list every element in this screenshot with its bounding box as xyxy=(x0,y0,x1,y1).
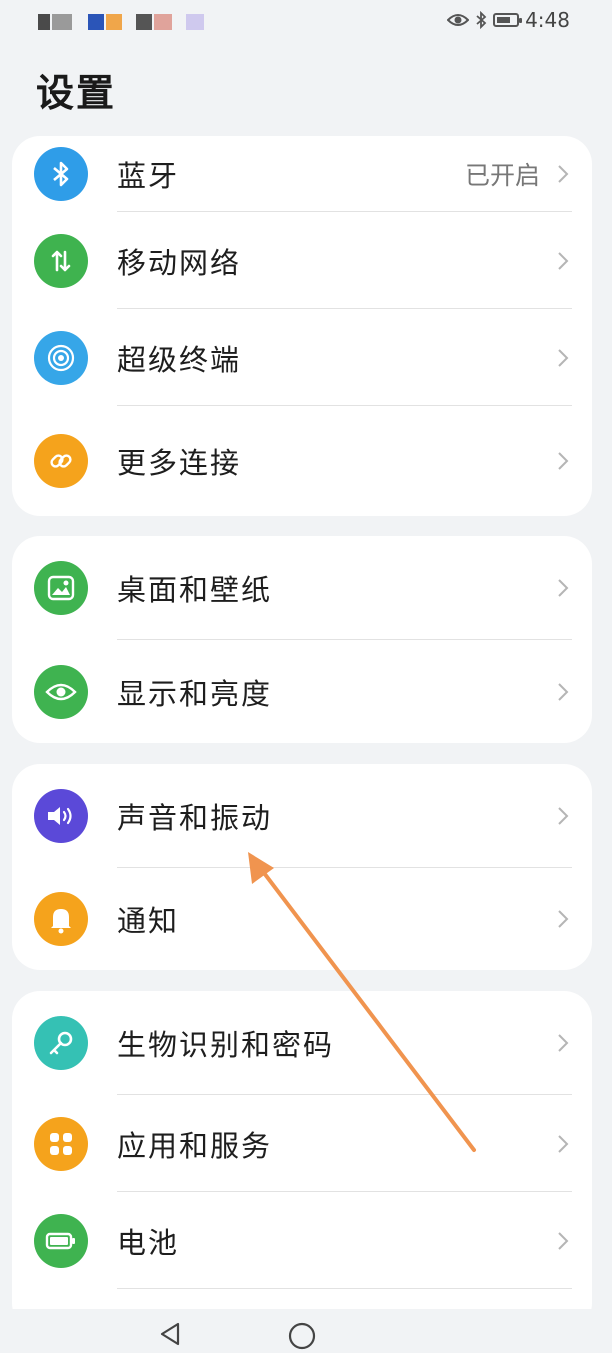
battery-icon xyxy=(34,1213,88,1268)
settings-item-label: 声音和振动 xyxy=(117,801,273,835)
super-device-icon xyxy=(34,330,88,385)
settings-item-label: 移动网络 xyxy=(117,245,242,280)
settings-item-label: 蓝牙 xyxy=(117,159,180,193)
settings-item-super-device[interactable]: 超级终端 xyxy=(12,309,592,406)
chevron-right-icon xyxy=(558,1034,569,1052)
settings-item-label: 电池 xyxy=(117,1225,180,1260)
battery-icon xyxy=(493,13,523,27)
settings-group-security: 生物识别和密码 应用和服务 电池 xyxy=(12,991,592,1331)
notification-icon xyxy=(52,14,72,30)
chevron-right-icon xyxy=(558,1134,569,1153)
bell-icon xyxy=(34,892,88,946)
link-icon xyxy=(34,434,88,488)
settings-item-value: 已开启 xyxy=(464,161,540,190)
chevron-right-icon xyxy=(558,452,569,470)
notification-icon xyxy=(186,14,204,30)
settings-item-label: 生物识别和密码 xyxy=(117,1028,335,1062)
settings-item-notifications[interactable]: 通知 xyxy=(12,868,592,970)
navigation-bar xyxy=(0,1309,612,1353)
notification-icon xyxy=(88,14,104,30)
settings-item-wallpaper[interactable]: 桌面和壁纸 xyxy=(12,536,592,640)
chevron-right-icon xyxy=(558,807,569,825)
mobile-data-icon xyxy=(34,233,88,288)
status-bar: 4:48 xyxy=(0,0,612,40)
wallpaper-icon xyxy=(34,561,88,615)
settings-item-battery[interactable]: 电池 xyxy=(12,1192,592,1289)
settings-group-connectivity: 蓝牙 已开启 移动网络 超级终端 更多连接 xyxy=(12,136,592,516)
bluetooth-icon xyxy=(476,11,487,29)
notification-icon xyxy=(154,14,172,30)
settings-item-label: 桌面和壁纸 xyxy=(117,573,273,607)
chevron-right-icon xyxy=(558,579,569,597)
settings-group-sound: 声音和振动 通知 xyxy=(12,764,592,970)
settings-item-label: 通知 xyxy=(117,904,180,938)
chevron-right-icon xyxy=(558,348,569,367)
eye-icon xyxy=(447,14,470,26)
notification-icon xyxy=(38,14,50,30)
page-title: 设置 xyxy=(36,71,117,115)
settings-group-display: 桌面和壁纸 显示和亮度 xyxy=(12,536,592,743)
apps-icon xyxy=(34,1116,88,1171)
settings-item-label: 超级终端 xyxy=(117,342,242,377)
settings-item-display-brightness[interactable]: 显示和亮度 xyxy=(12,640,592,743)
home-icon[interactable] xyxy=(287,1321,317,1351)
settings-item-label: 显示和亮度 xyxy=(117,676,273,711)
back-icon[interactable] xyxy=(158,1321,182,1347)
settings-item-label: 应用和服务 xyxy=(117,1128,273,1163)
status-time: 4:48 xyxy=(525,8,570,32)
settings-item-biometrics-password[interactable]: 生物识别和密码 xyxy=(12,991,592,1095)
chevron-right-icon xyxy=(558,251,569,270)
settings-item-more-connections[interactable]: 更多连接 xyxy=(12,406,592,516)
status-icons: 4:48 xyxy=(447,8,570,32)
notification-icon xyxy=(106,14,122,30)
settings-item-mobile-network[interactable]: 移动网络 xyxy=(12,212,592,309)
key-icon xyxy=(34,1016,88,1070)
notification-icon xyxy=(136,14,152,30)
sound-icon xyxy=(34,789,88,843)
settings-item-sound-vibration[interactable]: 声音和振动 xyxy=(12,764,592,868)
chevron-right-icon xyxy=(558,1231,569,1250)
settings-item-label: 更多连接 xyxy=(117,446,242,480)
settings-item-apps-services[interactable]: 应用和服务 xyxy=(12,1095,592,1192)
eye-icon xyxy=(34,664,88,719)
settings-item-bluetooth[interactable]: 蓝牙 已开启 xyxy=(12,136,592,212)
chevron-right-icon xyxy=(558,682,569,701)
chevron-right-icon xyxy=(558,165,569,183)
bluetooth-icon xyxy=(34,147,88,201)
chevron-right-icon xyxy=(558,910,569,928)
